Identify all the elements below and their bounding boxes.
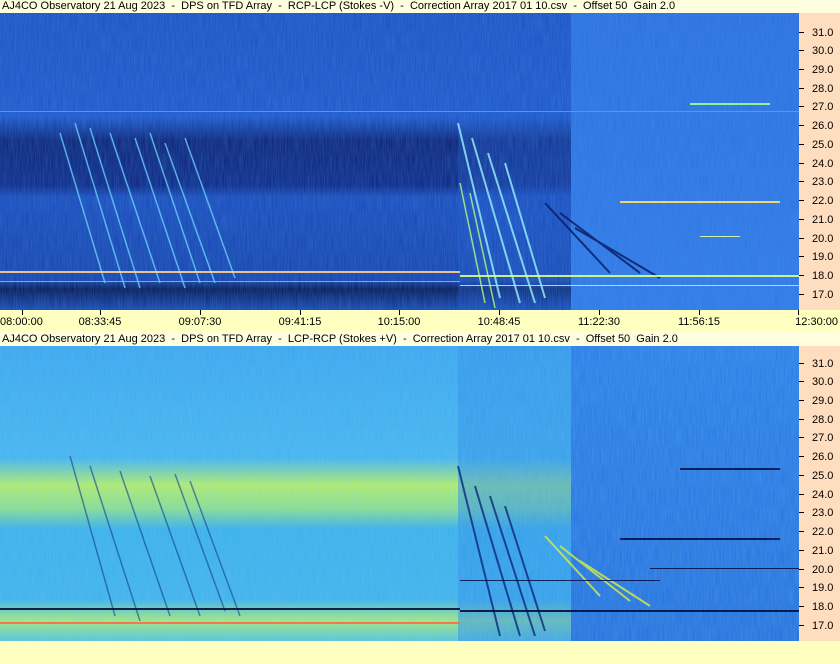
bottom-spectrogram[interactable] (0, 346, 799, 641)
y-tick: 29.0 (799, 394, 840, 408)
bottom-panel-title: AJ4CO Observatory 21 Aug 2023 - DPS on T… (2, 333, 678, 345)
bottom-spectrogram-image (0, 346, 799, 641)
y-tick: 21.0 (799, 544, 840, 558)
top-spectrogram[interactable] (0, 13, 799, 310)
y-tick: 24.0 (799, 488, 840, 502)
y-tick: 27.0 (799, 100, 840, 114)
y-tick: 17.0 (799, 619, 840, 633)
y-tick: 25.0 (799, 469, 840, 483)
y-tick: 23.0 (799, 506, 840, 520)
y-tick: 19.0 (799, 250, 840, 264)
y-tick: 28.0 (799, 82, 840, 96)
top-frequency-axis: 31.0 30.0 29.0 28.0 27.0 26.0 25.0 24.0 … (799, 13, 840, 310)
y-tick: 29.0 (799, 63, 840, 77)
y-tick: 21.0 (799, 213, 840, 227)
y-tick: 30.0 (799, 375, 840, 389)
y-tick: 18.0 (799, 600, 840, 614)
y-tick: 26.0 (799, 450, 840, 464)
bottom-strip (0, 641, 840, 664)
top-panel-title: AJ4CO Observatory 21 Aug 2023 - DPS on T… (2, 0, 676, 12)
y-tick: 18.0 (799, 269, 840, 283)
y-tick: 26.0 (799, 119, 840, 133)
top-spectrogram-image (0, 13, 799, 310)
y-tick: 31.0 (799, 26, 840, 40)
y-tick: 25.0 (799, 138, 840, 152)
y-tick: 24.0 (799, 157, 840, 171)
y-tick: 28.0 (799, 413, 840, 427)
y-tick: 22.0 (799, 194, 840, 208)
y-tick: 23.0 (799, 175, 840, 189)
y-tick: 20.0 (799, 232, 840, 246)
y-tick: 31.0 (799, 357, 840, 371)
y-tick: 17.0 (799, 288, 840, 302)
time-axis: 08:00:00 08:33:45 09:07:30 09:41:15 10:1… (0, 310, 840, 331)
y-tick: 27.0 (799, 431, 840, 445)
bottom-frequency-axis: 31.0 30.0 29.0 28.0 27.0 26.0 25.0 24.0 … (799, 346, 840, 641)
y-tick: 22.0 (799, 525, 840, 539)
y-tick: 19.0 (799, 581, 840, 595)
y-tick: 20.0 (799, 563, 840, 577)
y-tick: 30.0 (799, 44, 840, 58)
